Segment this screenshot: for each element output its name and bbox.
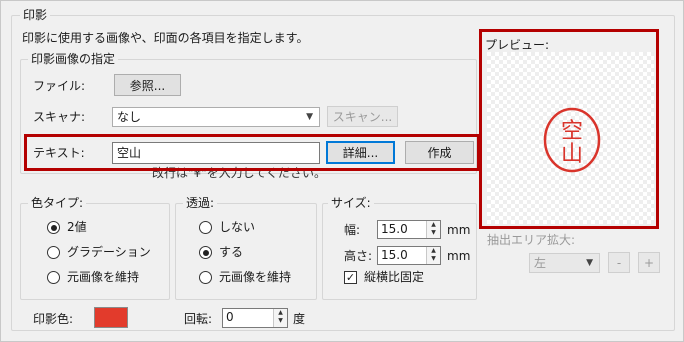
color-type-binary-label: 2値 (67, 220, 87, 234)
image-spec-legend: 印影画像の指定 (28, 52, 119, 66)
spin-arrows-icon[interactable]: ▲ ▼ (273, 309, 287, 327)
width-value: 15.0 (381, 222, 408, 236)
color-type-binary-radio[interactable] (47, 221, 60, 234)
highlight-preview (479, 29, 659, 229)
color-type-legend: 色タイプ: (28, 196, 87, 210)
chevron-down-icon: ▼ (306, 112, 313, 122)
rotation-label: 回転: (184, 312, 213, 326)
transparency-on-radio[interactable] (199, 246, 212, 259)
height-spinbox[interactable]: 15.0 ▲ ▼ (377, 246, 441, 265)
transparency-group (175, 203, 317, 300)
scanner-select-value: なし (117, 110, 142, 124)
keep-ratio-checkbox[interactable]: ✓ (344, 271, 357, 284)
color-type-gradation-radio[interactable] (47, 246, 60, 259)
file-label: ファイル: (33, 79, 86, 93)
rotation-unit: 度 (293, 312, 306, 326)
transparency-original-radio[interactable] (199, 271, 212, 284)
spin-arrows-icon[interactable]: ▲ ▼ (426, 221, 440, 238)
scanner-select[interactable]: なし ▼ (112, 107, 320, 127)
seal-color-swatch[interactable] (94, 307, 128, 328)
extract-area-label: 抽出エリア拡大: (487, 233, 576, 247)
rotation-spinbox[interactable]: 0 ▲ ▼ (222, 308, 288, 328)
transparency-on-label: する (219, 245, 244, 259)
color-type-original-label: 元画像を維持 (67, 270, 140, 284)
browse-button[interactable]: 参照... (114, 74, 181, 96)
extract-position-value: 左 (534, 256, 547, 270)
color-type-gradation-label: グラデーション (67, 245, 151, 259)
stamp-group-title: 印影 (20, 8, 51, 22)
keep-ratio-label: 縦横比固定 (364, 270, 425, 284)
height-label: 高さ: (344, 249, 373, 263)
stamp-description: 印影に使用する画像や、印面の各項目を指定します。 (22, 31, 309, 45)
width-label: 幅: (344, 223, 361, 237)
spin-arrows-icon[interactable]: ▲ ▼ (426, 247, 440, 264)
chevron-down-icon: ▼ (586, 258, 593, 268)
width-unit: mm (447, 223, 471, 237)
height-value: 15.0 (381, 248, 408, 262)
zoom-out-button[interactable]: - (608, 252, 630, 273)
width-spinbox[interactable]: 15.0 ▲ ▼ (377, 220, 441, 239)
rotation-value: 0 (226, 310, 234, 324)
height-unit: mm (447, 249, 471, 263)
scanner-label: スキャナ: (33, 110, 86, 124)
transparency-legend: 透過: (183, 196, 218, 210)
zoom-in-button[interactable]: + (638, 252, 660, 273)
scan-button[interactable]: スキャン... (327, 106, 398, 127)
seal-color-label: 印影色: (33, 312, 74, 326)
transparency-none-label: しない (219, 220, 256, 234)
extract-position-select[interactable]: 左 ▼ (529, 253, 600, 273)
transparency-none-radio[interactable] (199, 221, 212, 234)
highlight-text-row (24, 134, 480, 171)
color-type-original-radio[interactable] (47, 271, 60, 284)
size-legend: サイズ: (328, 196, 374, 210)
transparency-original-label: 元画像を維持 (219, 270, 292, 284)
